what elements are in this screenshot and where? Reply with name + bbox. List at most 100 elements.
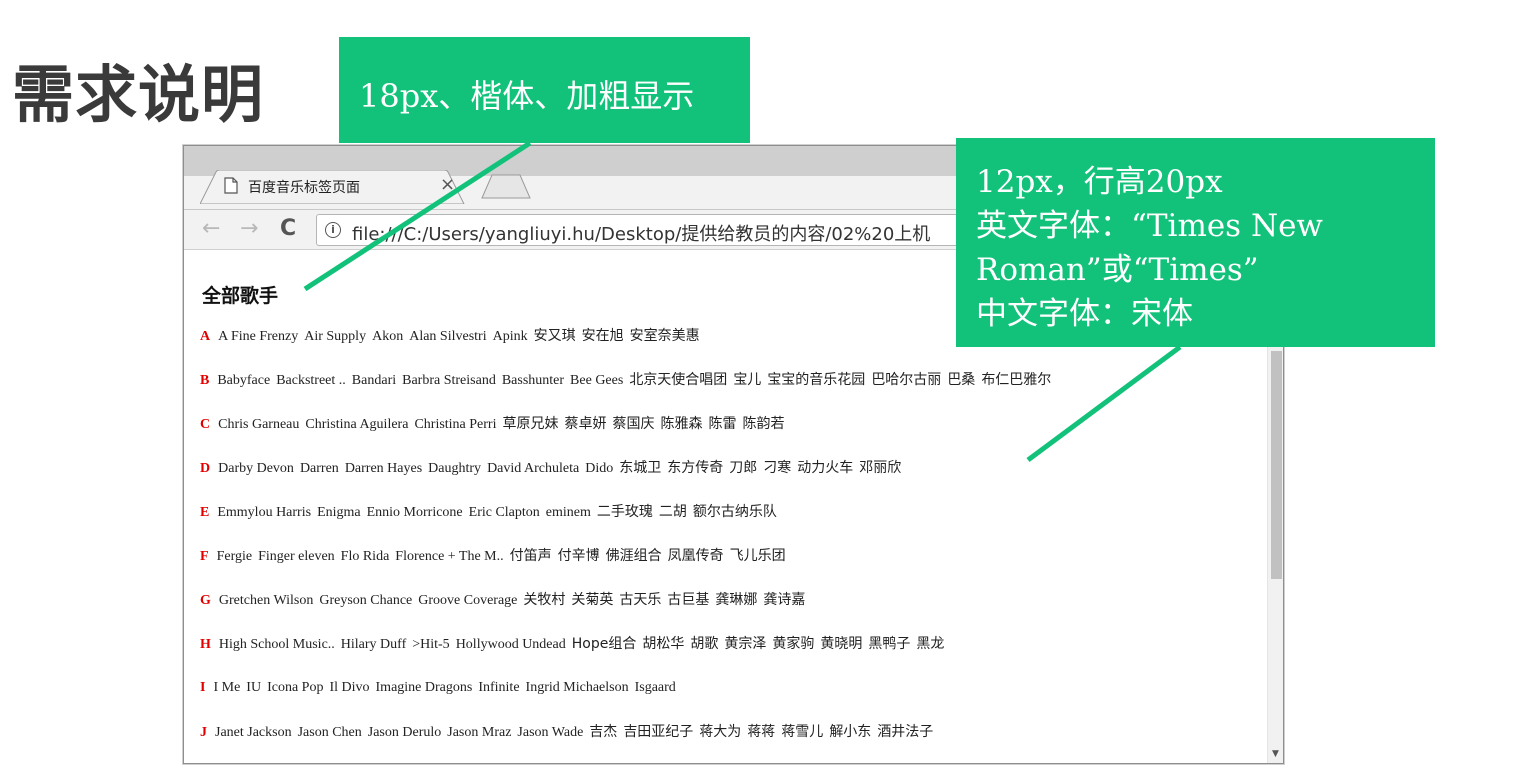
singer-link[interactable]: 安在旭	[582, 328, 624, 344]
singer-link[interactable]: Hollywood Undead	[456, 637, 566, 652]
singer-link[interactable]: Eric Clapton	[469, 505, 540, 520]
singer-link[interactable]: 蒋大为	[699, 724, 741, 740]
singer-link[interactable]: Basshunter	[502, 373, 564, 388]
singer-link[interactable]: Jason Derulo	[368, 725, 442, 740]
singer-link[interactable]: Groove Coverage	[418, 593, 517, 608]
back-arrow-icon[interactable]: ←	[202, 216, 220, 241]
singer-link[interactable]: Apink	[493, 329, 528, 344]
new-tab-button[interactable]	[480, 173, 532, 199]
singer-link[interactable]: 草原兄妹	[502, 416, 558, 432]
address-bar[interactable]: i file:///C:/Users/yangliuyi.hu/Desktop/…	[316, 214, 1016, 246]
singer-link[interactable]: I Me	[213, 680, 240, 695]
singer-link[interactable]: 蔡卓妍	[564, 416, 606, 432]
singer-link[interactable]: 古天乐	[619, 592, 661, 608]
singer-link[interactable]: 宝儿	[733, 372, 761, 388]
singer-link[interactable]: Air Supply	[304, 329, 366, 344]
singer-link[interactable]: 古巨基	[667, 592, 709, 608]
singer-link[interactable]: 关牧村	[523, 592, 565, 608]
singer-link[interactable]: 陈韵若	[742, 416, 784, 432]
singer-link[interactable]: 解小东	[829, 724, 871, 740]
singer-link[interactable]: Florence + The M..	[395, 549, 503, 564]
singer-link[interactable]: 布仁巴雅尔	[981, 372, 1051, 388]
singer-link[interactable]: 巴桑	[947, 372, 975, 388]
singer-link[interactable]: 巴哈尔古丽	[871, 372, 941, 388]
singer-link[interactable]: 蔡国庆	[612, 416, 654, 432]
singer-link[interactable]: 陈雷	[708, 416, 736, 432]
singer-link[interactable]: 二手玫瑰	[597, 504, 653, 520]
singer-link[interactable]: Jason Chen	[298, 725, 362, 740]
singer-link[interactable]: Bandari	[352, 373, 396, 388]
singer-link[interactable]: 动力火车	[797, 460, 853, 476]
singer-link[interactable]: 黑龙	[916, 636, 944, 652]
singer-link[interactable]: 付辛博	[558, 548, 600, 564]
singer-link[interactable]: >Hit-5	[412, 637, 449, 652]
singer-link[interactable]: Daughtry	[428, 461, 481, 476]
singer-link[interactable]: 东城卫	[619, 460, 661, 476]
singer-link[interactable]: 额尔古纳乐队	[693, 504, 777, 520]
forward-arrow-icon[interactable]: →	[240, 216, 258, 241]
singer-link[interactable]: 蒋雪儿	[781, 724, 823, 740]
singer-link[interactable]: Finger eleven	[258, 549, 335, 564]
url-text[interactable]: file:///C:/Users/yangliuyi.hu/Desktop/提供…	[352, 220, 930, 246]
singer-link[interactable]: Jason Wade	[517, 725, 583, 740]
singer-link[interactable]: Icona Pop	[267, 680, 323, 695]
scroll-down-icon[interactable]: ▼	[1272, 749, 1279, 759]
singer-link[interactable]: 黄晓明	[820, 636, 862, 652]
singer-link[interactable]: Isgaard	[635, 680, 676, 695]
singer-link[interactable]: Darren	[300, 461, 339, 476]
singer-link[interactable]: 佛涯组合	[606, 548, 662, 564]
singer-link[interactable]: 凤凰传奇	[668, 548, 724, 564]
singer-link[interactable]: Christina Aguilera	[305, 417, 408, 432]
reload-icon[interactable]: C	[280, 216, 296, 241]
singer-link[interactable]: A Fine Frenzy	[218, 329, 298, 344]
close-icon[interactable]: ×	[440, 174, 455, 195]
singer-link[interactable]: Hope组合	[572, 636, 637, 652]
singer-link[interactable]: Ingrid Michaelson	[526, 680, 629, 695]
singer-link[interactable]: 龚琳娜	[715, 592, 757, 608]
singer-link[interactable]: Ennio Morricone	[367, 505, 463, 520]
info-icon[interactable]: i	[325, 222, 341, 238]
singer-link[interactable]: 关菊英	[571, 592, 613, 608]
singer-link[interactable]: 黄家驹	[772, 636, 814, 652]
singer-link[interactable]: Chris Garneau	[218, 417, 299, 432]
singer-link[interactable]: 蒋蒋	[747, 724, 775, 740]
singer-link[interactable]: Enigma	[317, 505, 361, 520]
singer-link[interactable]: Dido	[585, 461, 613, 476]
singer-link[interactable]: eminem	[546, 505, 591, 520]
scroll-thumb[interactable]	[1271, 351, 1282, 579]
singer-link[interactable]: Jason Mraz	[447, 725, 511, 740]
singer-link[interactable]: 东方传奇	[667, 460, 723, 476]
singer-link[interactable]: Darren Hayes	[345, 461, 422, 476]
singer-link[interactable]: 安又琪	[534, 328, 576, 344]
singer-link[interactable]: 二胡	[659, 504, 687, 520]
singer-link[interactable]: 黑鸭子	[868, 636, 910, 652]
singer-link[interactable]: 龚诗嘉	[763, 592, 805, 608]
singer-link[interactable]: Greyson Chance	[319, 593, 412, 608]
singer-link[interactable]: 刁寒	[763, 460, 791, 476]
singer-link[interactable]: Il Divo	[329, 680, 369, 695]
singer-link[interactable]: 黄宗泽	[724, 636, 766, 652]
singer-link[interactable]: Alan Silvestri	[409, 329, 486, 344]
singer-link[interactable]: 吉杰	[589, 724, 617, 740]
singer-link[interactable]: Darby Devon	[218, 461, 294, 476]
singer-link[interactable]: 酒井法子	[877, 724, 933, 740]
singer-link[interactable]: 吉田亚纪子	[623, 724, 693, 740]
singer-link[interactable]: Flo Rida	[341, 549, 390, 564]
singer-link[interactable]: 刀郎	[729, 460, 757, 476]
singer-link[interactable]: 北京天使合唱团	[629, 372, 727, 388]
singer-link[interactable]: David Archuleta	[487, 461, 579, 476]
singer-link[interactable]: 邓丽欣	[859, 460, 901, 476]
singer-link[interactable]: Janet Jackson	[215, 725, 292, 740]
singer-link[interactable]: Akon	[372, 329, 403, 344]
singer-link[interactable]: 宝宝的音乐花园	[767, 372, 865, 388]
singer-link[interactable]: 胡松华	[642, 636, 684, 652]
singer-link[interactable]: Hilary Duff	[341, 637, 406, 652]
singer-link[interactable]: Babyface	[217, 373, 270, 388]
singer-link[interactable]: Backstreet ..	[276, 373, 346, 388]
singer-link[interactable]: Emmylou Harris	[217, 505, 311, 520]
singer-link[interactable]: Bee Gees	[570, 373, 623, 388]
singer-link[interactable]: High School Music..	[219, 637, 335, 652]
singer-link[interactable]: 飞儿乐团	[730, 548, 786, 564]
singer-link[interactable]: Infinite	[478, 680, 519, 695]
singer-link[interactable]: 胡歌	[690, 636, 718, 652]
